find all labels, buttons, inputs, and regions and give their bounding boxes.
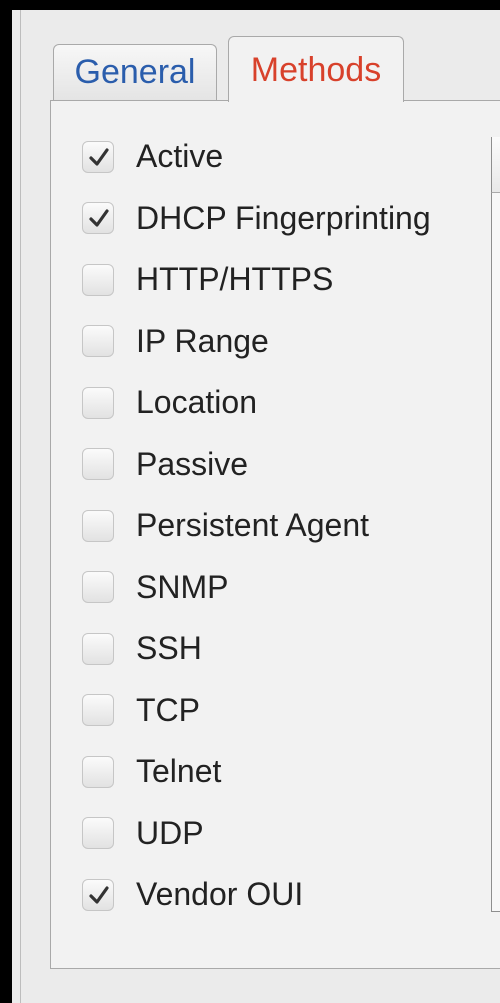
window-frame: General Methods Active DHCP Fingerprinti…	[0, 0, 500, 1003]
checkbox-persistent-agent[interactable]	[82, 509, 114, 542]
method-item-passive[interactable]: Passive	[82, 434, 431, 496]
method-label: DHCP Fingerprinting	[136, 199, 431, 236]
method-label: UDP	[136, 814, 204, 851]
method-item-http-https[interactable]: HTTP/HTTPS	[82, 249, 431, 311]
checkbox-tcp[interactable]	[82, 694, 114, 727]
method-label: Telnet	[136, 753, 222, 790]
checkbox-location[interactable]	[82, 386, 114, 419]
tab-methods[interactable]: Methods	[228, 36, 404, 102]
tab-general-label: General	[74, 53, 196, 91]
method-label: Active	[136, 138, 224, 175]
method-item-ip-range[interactable]: IP Range	[82, 311, 431, 373]
method-item-vendor-oui[interactable]: Vendor OUI	[82, 864, 431, 926]
checkbox-ip-range[interactable]	[82, 325, 114, 358]
method-item-telnet[interactable]: Telnet	[82, 741, 431, 803]
method-item-location[interactable]: Location	[82, 372, 431, 434]
method-label: Passive	[136, 445, 249, 482]
method-label: TCP	[136, 691, 200, 728]
method-item-udp[interactable]: UDP	[82, 803, 431, 865]
checkbox-passive[interactable]	[82, 448, 114, 481]
checkbox-ssh[interactable]	[82, 632, 114, 665]
method-label: Persistent Agent	[136, 507, 370, 544]
method-label: SSH	[136, 630, 202, 667]
method-label: Vendor OUI	[136, 876, 304, 913]
details-list-box[interactable]	[491, 137, 500, 912]
method-item-persistent-agent[interactable]: Persistent Agent	[82, 495, 431, 557]
checkmark-icon	[89, 886, 109, 904]
checkbox-snmp[interactable]	[82, 571, 114, 604]
method-list: Active DHCP Fingerprinting HTTP/HTTPS IP…	[82, 126, 431, 926]
checkbox-dhcp-fingerprinting[interactable]	[82, 202, 114, 235]
method-label: Location	[136, 384, 257, 421]
method-label: SNMP	[136, 568, 229, 605]
dialog-left-edge	[20, 10, 21, 1003]
checkbox-http-https[interactable]	[82, 263, 114, 296]
checkmark-icon	[89, 148, 109, 166]
method-item-ssh[interactable]: SSH	[82, 618, 431, 680]
details-list-header	[491, 137, 500, 193]
method-item-snmp[interactable]: SNMP	[82, 557, 431, 619]
method-label: HTTP/HTTPS	[136, 261, 334, 298]
tab-methods-label: Methods	[250, 51, 382, 89]
checkbox-vendor-oui[interactable]	[82, 878, 114, 911]
method-label: IP Range	[136, 322, 269, 359]
checkbox-udp[interactable]	[82, 817, 114, 850]
method-item-dhcp-fingerprinting[interactable]: DHCP Fingerprinting	[82, 188, 431, 250]
method-item-active[interactable]: Active	[82, 126, 431, 188]
checkbox-telnet[interactable]	[82, 755, 114, 788]
tab-general[interactable]: General	[53, 44, 217, 101]
checkmark-icon	[89, 209, 109, 227]
method-item-tcp[interactable]: TCP	[82, 680, 431, 742]
checkbox-active[interactable]	[82, 140, 114, 173]
